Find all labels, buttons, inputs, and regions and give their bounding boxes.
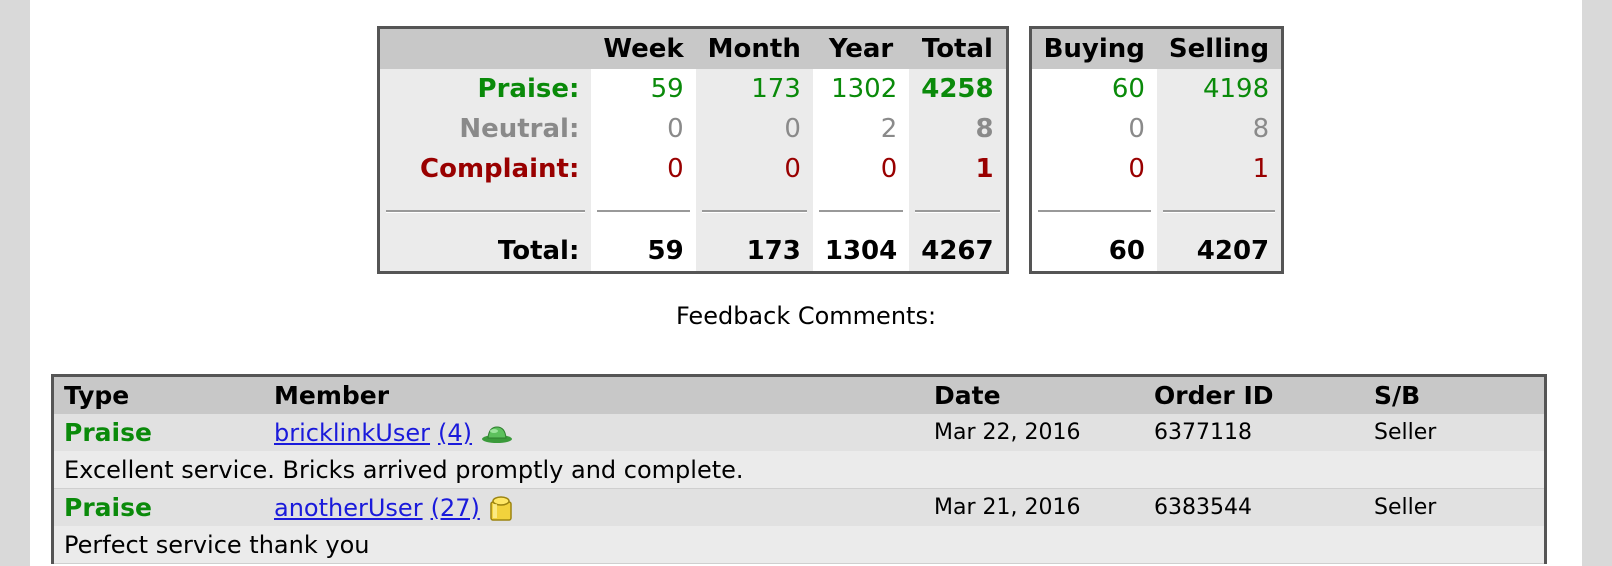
order-id: 6377118 — [1154, 420, 1252, 445]
total-week: 59 — [591, 231, 696, 271]
neutral-buying: 0 — [1031, 109, 1157, 149]
feedback-type: Praise — [64, 493, 152, 522]
complaint-buying: 0 — [1031, 149, 1157, 189]
neutral-month: 0 — [695, 109, 813, 149]
neutral-total: 8 — [909, 109, 1006, 149]
complaint-selling: 1 — [1156, 149, 1282, 189]
header-date: Date — [934, 381, 1001, 410]
feedback-type: Praise — [64, 418, 152, 447]
header-selling: Selling — [1156, 29, 1282, 69]
feedback-summary: Week Month Year Total Praise: 59 173 130… — [377, 26, 1285, 274]
seller-buyer: Seller — [1374, 420, 1437, 445]
praise-buying: 60 — [1031, 69, 1157, 109]
period-summary-table: Week Month Year Total Praise: 59 173 130… — [377, 26, 1009, 274]
header-week: Week — [591, 29, 696, 69]
header-year: Year — [812, 29, 910, 69]
order-id: 6383544 — [1154, 495, 1252, 520]
separator — [695, 189, 813, 231]
praise-year: 1302 — [812, 69, 910, 109]
header-total: Total — [909, 29, 1006, 69]
header-sb: S/B — [1374, 381, 1421, 410]
yellow-brick-icon — [488, 494, 514, 522]
member-cell: anotherUser (27) — [274, 494, 934, 522]
table-row: Praise anotherUser (27) Mar 21, 2016 638… — [54, 489, 1544, 526]
member-feedback-count-link[interactable]: (27) — [431, 494, 480, 522]
green-hat-icon — [480, 422, 514, 444]
feedback-comments-title: Feedback Comments: — [675, 302, 937, 330]
total-month: 173 — [695, 231, 813, 271]
separator — [1031, 189, 1157, 231]
praise-selling: 4198 — [1156, 69, 1282, 109]
total-buying: 60 — [1031, 231, 1157, 271]
table-row: Praise bricklinkUser (4) Mar 22, 2016 63… — [54, 414, 1544, 451]
member-cell: bricklinkUser (4) — [274, 419, 934, 447]
praise-week: 59 — [591, 69, 696, 109]
separator — [1156, 189, 1282, 231]
header-order-id: Order ID — [1154, 381, 1274, 410]
total-label: Total: — [380, 231, 592, 271]
feedback-comments-table: Type Member Date Order ID S/B Praise bri… — [51, 374, 1547, 564]
feedback-date: Mar 21, 2016 — [934, 495, 1081, 520]
complaint-year: 0 — [812, 149, 910, 189]
neutral-year: 2 — [812, 109, 910, 149]
total-selling: 4207 — [1156, 231, 1282, 271]
header-month: Month — [695, 29, 813, 69]
complaint-total: 1 — [909, 149, 1006, 189]
praise-total: 4258 — [909, 69, 1006, 109]
page: Week Month Year Total Praise: 59 173 130… — [30, 0, 1582, 566]
neutral-label: Neutral: — [380, 109, 592, 149]
feedback-comment: Excellent service. Bricks arrived prompt… — [54, 451, 1544, 489]
member-feedback-count-link[interactable]: (4) — [438, 419, 472, 447]
seller-buyer: Seller — [1374, 495, 1437, 520]
separator — [812, 189, 910, 231]
total-year: 1304 — [812, 231, 910, 271]
neutral-selling: 8 — [1156, 109, 1282, 149]
member-link[interactable]: bricklinkUser — [274, 419, 430, 447]
member-link[interactable]: anotherUser — [274, 494, 423, 522]
complaint-week: 0 — [591, 149, 696, 189]
buy-sell-table: Buying Selling 60 4198 0 8 0 1 60 4207 — [1028, 26, 1285, 274]
separator — [591, 189, 696, 231]
header-type: Type — [64, 381, 130, 410]
header-buying: Buying — [1031, 29, 1157, 69]
header-member: Member — [274, 381, 390, 410]
feedback-date: Mar 22, 2016 — [934, 420, 1081, 445]
feedback-comment: Perfect service thank you — [54, 526, 1544, 564]
separator — [380, 189, 592, 231]
separator — [909, 189, 1006, 231]
praise-month: 173 — [695, 69, 813, 109]
praise-label: Praise: — [380, 69, 592, 109]
neutral-week: 0 — [591, 109, 696, 149]
blank-header — [380, 29, 592, 69]
complaint-label: Complaint: — [380, 149, 592, 189]
comments-header-row: Type Member Date Order ID S/B — [54, 377, 1544, 414]
total-total: 4267 — [909, 231, 1006, 271]
complaint-month: 0 — [695, 149, 813, 189]
